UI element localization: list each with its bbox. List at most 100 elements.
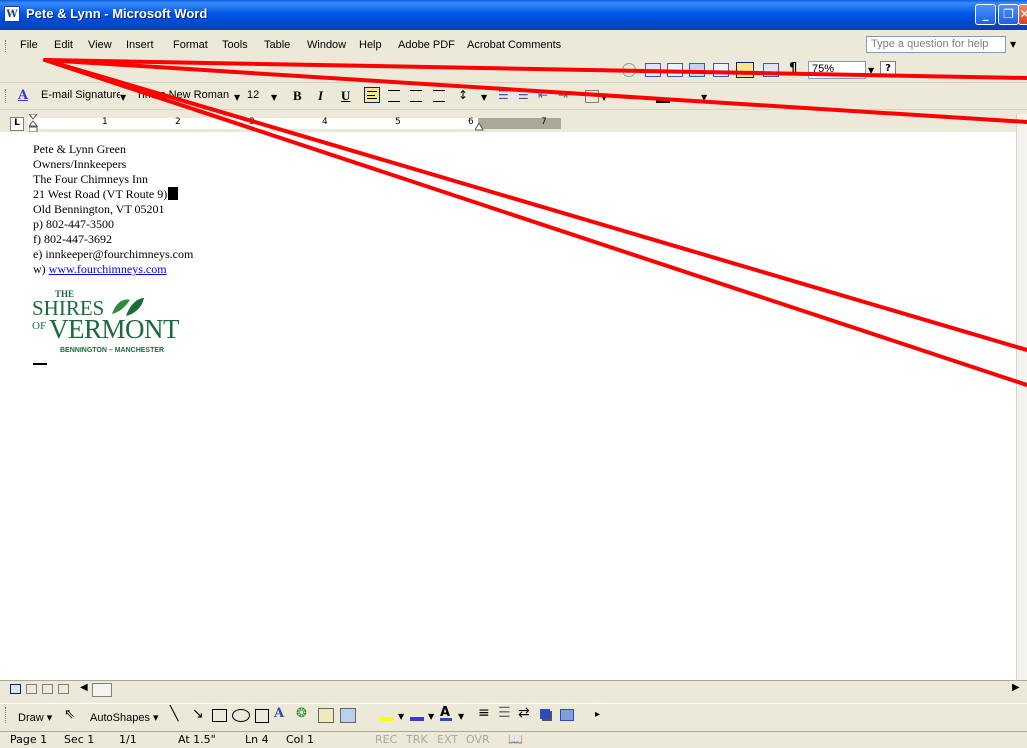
status-ovr[interactable]: OVR xyxy=(466,733,490,746)
web-layout-view-icon[interactable] xyxy=(26,684,37,694)
styles-formatting-icon[interactable]: A xyxy=(18,88,28,103)
arrow-style-icon[interactable]: ⇄ xyxy=(518,705,530,721)
oval-icon[interactable] xyxy=(232,709,250,722)
font-color-icon[interactable] xyxy=(656,99,670,103)
clip-art-icon[interactable] xyxy=(318,708,334,723)
tab-selector-icon[interactable]: L xyxy=(10,117,24,131)
numbering-icon[interactable]: ☰ xyxy=(498,88,509,102)
justify-button[interactable] xyxy=(433,90,445,102)
bold-button[interactable]: B xyxy=(293,88,302,104)
scroll-right-icon[interactable]: ▶ xyxy=(1012,682,1020,693)
menu-tools[interactable]: Tools xyxy=(222,39,248,51)
shadow-style-icon[interactable] xyxy=(540,709,550,719)
select-objects-icon[interactable]: ⇖ xyxy=(64,707,75,722)
menu-view[interactable]: View xyxy=(88,39,112,51)
doc-line[interactable]: Pete & Lynn Green xyxy=(33,142,126,157)
wordart-icon[interactable]: A xyxy=(274,706,284,721)
outline-view-icon[interactable] xyxy=(58,684,69,694)
doc-line[interactable]: The Four Chimneys Inn xyxy=(33,172,148,187)
bullets-icon[interactable]: ☰ xyxy=(518,88,529,102)
doc-line[interactable]: Owners/Innkeepers xyxy=(33,157,126,172)
close-button[interactable]: ✕ xyxy=(1018,4,1027,25)
doc-line-with-cursor[interactable]: 21 West Road (VT Route 9) xyxy=(33,187,179,202)
tables-borders-icon[interactable] xyxy=(645,63,661,77)
align-right-button[interactable] xyxy=(410,90,422,102)
align-left-button[interactable] xyxy=(364,87,380,103)
align-center-button[interactable] xyxy=(388,90,400,102)
underline-button[interactable]: U xyxy=(341,88,350,104)
vertical-scrollbar[interactable] xyxy=(1016,114,1027,680)
text-box-icon[interactable] xyxy=(255,709,269,723)
diagram-icon[interactable]: ❂ xyxy=(296,706,307,721)
status-ext[interactable]: EXT xyxy=(437,733,458,746)
drawing-toggle-icon[interactable] xyxy=(736,62,754,78)
menu-file[interactable]: File xyxy=(20,39,38,51)
line-color-icon[interactable] xyxy=(410,717,424,721)
menu-edit[interactable]: Edit xyxy=(54,39,73,51)
menu-help[interactable]: Help xyxy=(359,39,382,51)
arrow-icon[interactable]: ↘ xyxy=(192,706,204,722)
help-icon[interactable]: ? xyxy=(880,61,896,77)
status-rec[interactable]: REC xyxy=(375,733,397,746)
status-trk[interactable]: TRK xyxy=(406,733,428,746)
line-spacing-icon[interactable]: ↕ xyxy=(458,88,468,102)
help-question-input[interactable]: Type a question for help xyxy=(866,36,1006,53)
insert-table-icon[interactable] xyxy=(667,63,683,77)
menu-format[interactable]: Format xyxy=(173,39,208,51)
rectangle-icon[interactable] xyxy=(212,709,227,722)
borders-icon[interactable] xyxy=(585,90,599,103)
menu-acrobat-comments[interactable]: Acrobat Comments xyxy=(467,39,561,51)
font-size-dropdown-arrow-icon[interactable]: ▼ xyxy=(271,93,277,102)
font-size-select[interactable]: 12 xyxy=(244,88,268,106)
line-style-icon[interactable]: ≡ xyxy=(478,705,490,721)
style-select[interactable]: E-mail Signature xyxy=(38,88,120,106)
draw-menu-button[interactable]: Draw ▾ xyxy=(18,711,52,724)
line-icon[interactable]: ╲ xyxy=(170,706,178,722)
doc-line[interactable]: f) 802-447-3692 xyxy=(33,232,112,247)
doc-line[interactable]: Old Bennington, VT 05201 xyxy=(33,202,165,217)
menu-window[interactable]: Window xyxy=(307,39,346,51)
font-select[interactable]: Times New Roman xyxy=(133,88,229,106)
circle-icon[interactable] xyxy=(622,63,636,77)
word-app-icon[interactable]: W xyxy=(4,6,20,22)
draw-font-color-dropdown-arrow-icon[interactable]: ▼ xyxy=(458,712,464,721)
insert-picture-icon[interactable] xyxy=(340,708,356,723)
restore-button[interactable]: ❐ xyxy=(998,4,1019,25)
first-line-indent-marker[interactable] xyxy=(27,113,39,133)
zoom-dropdown-arrow-icon[interactable]: ▼ xyxy=(868,66,874,75)
doc-line[interactable]: p) 802-447-3500 xyxy=(33,217,114,232)
increase-indent-icon[interactable]: ⇥ xyxy=(558,88,568,102)
zoom-select[interactable]: 75% xyxy=(808,61,866,79)
font-color-dropdown-arrow-icon[interactable]: ▼ xyxy=(701,93,707,102)
columns-icon[interactable] xyxy=(713,63,729,77)
fill-color-dropdown-arrow-icon[interactable]: ▼ xyxy=(398,712,404,721)
help-dropdown-arrow-icon[interactable]: ▼ xyxy=(1010,40,1016,49)
minimize-button[interactable]: _ xyxy=(975,4,996,25)
toolbar-options-icon[interactable]: ▸ xyxy=(595,709,600,720)
3d-style-icon[interactable] xyxy=(560,709,574,721)
line-color-dropdown-arrow-icon[interactable]: ▼ xyxy=(428,712,434,721)
font-dropdown-arrow-icon[interactable]: ▼ xyxy=(234,93,240,102)
website-link[interactable]: www.fourchimneys.com xyxy=(49,262,167,276)
doc-line-web[interactable]: w) www.fourchimneys.com xyxy=(33,262,167,277)
normal-view-icon[interactable] xyxy=(10,684,21,694)
borders-dropdown-arrow-icon[interactable]: ▼ xyxy=(601,93,607,102)
dash-style-icon[interactable]: ☰ xyxy=(498,705,511,721)
menu-table[interactable]: Table xyxy=(264,39,290,51)
document-map-icon[interactable] xyxy=(763,63,779,77)
style-dropdown-arrow-icon[interactable]: ▼ xyxy=(120,93,126,102)
show-hide-icon[interactable]: ¶ xyxy=(789,61,797,76)
menu-insert[interactable]: Insert xyxy=(126,39,154,51)
insert-excel-icon[interactable] xyxy=(689,63,705,77)
autoshapes-menu-button[interactable]: AutoShapes ▾ xyxy=(90,711,159,724)
doc-line[interactable]: e) innkeeper@fourchimneys.com xyxy=(33,247,193,262)
title-bar[interactable]: W Pete & Lynn - Microsoft Word _ ❐ ✕ xyxy=(0,0,1027,30)
line-spacing-dropdown-arrow-icon[interactable]: ▼ xyxy=(481,93,487,102)
fill-color-icon[interactable] xyxy=(380,717,394,721)
horizontal-scrollbar-thumb[interactable] xyxy=(92,683,112,697)
decrease-indent-icon[interactable]: ⇤ xyxy=(538,88,548,102)
italic-button[interactable]: I xyxy=(318,88,323,104)
scroll-left-icon[interactable]: ◀ xyxy=(80,682,88,693)
print-layout-view-icon[interactable] xyxy=(42,684,53,694)
spelling-status-icon[interactable]: 📖 xyxy=(508,732,523,746)
